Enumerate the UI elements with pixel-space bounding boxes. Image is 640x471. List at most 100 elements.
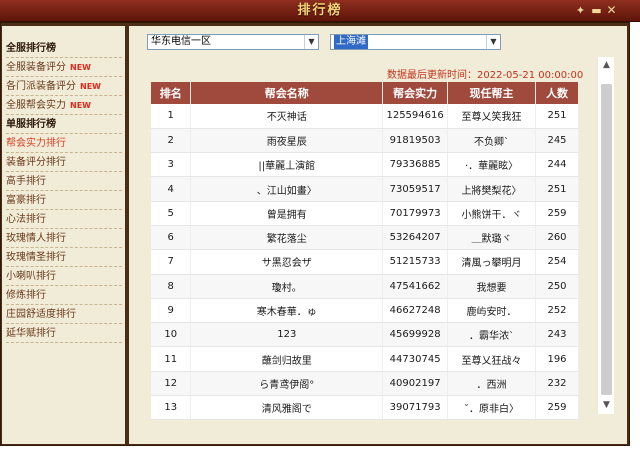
sidebar-item-label: 高手排行: [6, 176, 46, 187]
header-guild-power: 帮会实力: [382, 82, 449, 104]
cell-guild-name: 繁花落尘: [190, 225, 384, 251]
cell-rank: 8: [151, 274, 192, 299]
window-title: 排行榜: [297, 3, 343, 18]
sidebar-item-label: 各门派装备评分: [6, 81, 76, 92]
scroll-thumb[interactable]: [601, 84, 612, 395]
cell-leader: 不负卿`: [447, 128, 537, 154]
sidebar-item[interactable]: 帮会实力排行: [6, 134, 122, 153]
table-row[interactable]: 1 不灭神话 125594616 至尊乂笑我狂 251: [151, 104, 579, 129]
cell-guild-name: 瓊村。: [190, 274, 384, 299]
cell-guild-name: サ黑忍会ザ: [190, 249, 384, 275]
cell-leader: ˘．原非白〉: [447, 395, 537, 421]
pin-icon[interactable]: ✦: [574, 4, 587, 17]
sidebar-item-label: 全服帮会实力: [6, 100, 66, 111]
cell-leader: ．西洲: [447, 371, 537, 397]
scroll-down-icon[interactable]: ▼: [598, 397, 615, 414]
sidebar-item[interactable]: 高手排行: [6, 172, 122, 191]
cell-guild-power: 45699928: [382, 322, 449, 348]
cell-rank: 5: [151, 201, 192, 226]
cell-guild-power: 125594616: [382, 104, 449, 129]
sidebar-item[interactable]: 庄园舒适度排行: [6, 305, 122, 324]
cell-guild-power: 79336885: [382, 152, 449, 178]
sidebar-item[interactable]: 富豪排行: [6, 191, 122, 210]
sidebar-item[interactable]: 修炼排行: [6, 286, 122, 305]
main-content: 华东电信一区 ▼ 上海滩 ▼ 数据最后更新时间：2022-05-21 00:00…: [129, 26, 627, 444]
table-row[interactable]: 8 瓊村。 47541662 我想要 250: [151, 274, 579, 299]
new-badge: NEW: [80, 82, 101, 91]
sidebar-item[interactable]: 玫瑰情圣排行: [6, 248, 122, 267]
table-row[interactable]: 10 123 45699928 ．霸华浓` 243: [151, 322, 579, 348]
sidebar-item-label: 玫瑰情人排行: [6, 233, 66, 244]
cell-rank: 1: [151, 104, 192, 129]
cell-rank: 2: [151, 128, 192, 154]
cell-leader: ·．華麗眩〉: [447, 152, 537, 178]
sidebar-item[interactable]: 全服装备评分 NEW: [6, 58, 122, 77]
cell-rank: 7: [151, 249, 192, 275]
sidebar-item[interactable]: 装备评分排行: [6, 153, 122, 172]
chevron-down-icon[interactable]: ▼: [486, 35, 500, 49]
header-member-count: 人数: [535, 82, 579, 104]
cell-leader: 至尊乂狂战々: [447, 346, 537, 372]
header-leader: 现任帮主: [447, 82, 537, 104]
cell-member-count: 259: [535, 395, 579, 421]
cell-leader: 我想要: [447, 274, 537, 299]
sidebar-item-label: 帮会实力排行: [6, 138, 66, 149]
cell-guild-name: ら青鸢伊阁°: [190, 371, 384, 397]
chevron-down-icon[interactable]: ▼: [304, 35, 318, 49]
cell-guild-power: 73059517: [382, 176, 449, 202]
table-row[interactable]: 6 繁花落尘 53264207 ＿默璐ヾ 260: [151, 225, 579, 251]
cell-member-count: 251: [535, 104, 579, 129]
sidebar-item-label: 延华赋排行: [6, 328, 56, 339]
table-row[interactable]: 11 蘸剑归故里 44730745 至尊乂狂战々 196: [151, 346, 579, 372]
region-select[interactable]: 上海滩 ▼: [330, 34, 501, 50]
table-row[interactable]: 3 ||華麗丄演館 79336885 ·．華麗眩〉 244: [151, 152, 579, 178]
sidebar-item-label: 装备评分排行: [6, 157, 66, 168]
table-scrollbar[interactable]: ▲ ▼: [597, 57, 614, 414]
cell-leader: 鹿屿安时．: [447, 298, 537, 324]
cell-member-count: 250: [535, 274, 579, 299]
cell-guild-power: 46627248: [382, 298, 449, 324]
close-icon[interactable]: ✕: [605, 4, 618, 17]
sidebar-item[interactable]: 全服帮会实力 NEW: [6, 96, 122, 115]
table-row[interactable]: 4 、江山如畫〉 73059517 上將樊梨花〉 251: [151, 176, 579, 202]
cell-member-count: 196: [535, 346, 579, 372]
sidebar-item[interactable]: 心法排行: [6, 210, 122, 229]
scroll-up-icon[interactable]: ▲: [598, 57, 615, 74]
sidebar-item[interactable]: 延华赋排行: [6, 324, 122, 343]
ranking-table: 排名 帮会名称 帮会实力 现任帮主 人数 1 不灭神话 125594616 至尊乂笑我…: [151, 82, 579, 421]
sidebar-item-label: 富豪排行: [6, 195, 46, 206]
sidebar-item-label: 玫瑰情圣排行: [6, 252, 66, 263]
cell-rank: 10: [151, 322, 192, 348]
cell-guild-power: 53264207: [382, 225, 449, 251]
table-row[interactable]: 12 ら青鸢伊阁° 40902197 ．西洲 232: [151, 371, 579, 397]
cell-guild-name: 雨夜星辰: [190, 128, 384, 154]
sidebar-item[interactable]: 玫瑰情人排行: [6, 229, 122, 248]
sidebar-item[interactable]: 小喇叭排行: [6, 267, 122, 286]
minimize-icon[interactable]: ▬: [590, 4, 603, 17]
sidebar-item[interactable]: 各门派装备评分 NEW: [6, 77, 122, 96]
table-body: 1 不灭神话 125594616 至尊乂笑我狂 251 2 雨夜星辰 91819503 不负卿`…: [151, 104, 579, 421]
server-select[interactable]: 华东电信一区 ▼: [147, 34, 319, 50]
cell-rank: 4: [151, 176, 192, 202]
cell-leader: 清風っ攀明月: [447, 249, 537, 275]
sidebar-item-label: 修炼排行: [6, 290, 46, 301]
table-header-row: 排名 帮会名称 帮会实力 现任帮主 人数: [151, 82, 579, 104]
table-row[interactable]: 5 曾是拥有 70179973 小熊饼干．ヾ 259: [151, 201, 579, 226]
cell-rank: 3: [151, 152, 192, 178]
table-row[interactable]: 2 雨夜星辰 91819503 不负卿` 245: [151, 128, 579, 154]
cell-leader: ＿默璐ヾ: [447, 225, 537, 251]
cell-leader: 上將樊梨花〉: [447, 176, 537, 202]
table-row[interactable]: 7 サ黑忍会ザ 51215733 清風っ攀明月 254: [151, 249, 579, 275]
region-select-value: 上海滩: [334, 35, 368, 49]
table-row[interactable]: 9 寒木春華．ゅ 46627248 鹿屿安时． 252: [151, 298, 579, 324]
server-select-value: 华东电信一区: [151, 36, 211, 47]
table-row[interactable]: 13 清风雅阁で 39071793 ˘．原非白〉 259: [151, 395, 579, 421]
cell-guild-name: ||華麗丄演館: [190, 152, 384, 178]
cell-guild-name: 123: [190, 322, 384, 348]
cell-rank: 6: [151, 225, 192, 251]
cell-member-count: 259: [535, 201, 579, 226]
sidebar-section-header: 单服排行榜: [6, 115, 122, 134]
cell-guild-name: 曾是拥有: [190, 201, 384, 226]
bottom-strip: [0, 446, 640, 471]
cell-guild-name: 蘸剑归故里: [190, 346, 384, 372]
